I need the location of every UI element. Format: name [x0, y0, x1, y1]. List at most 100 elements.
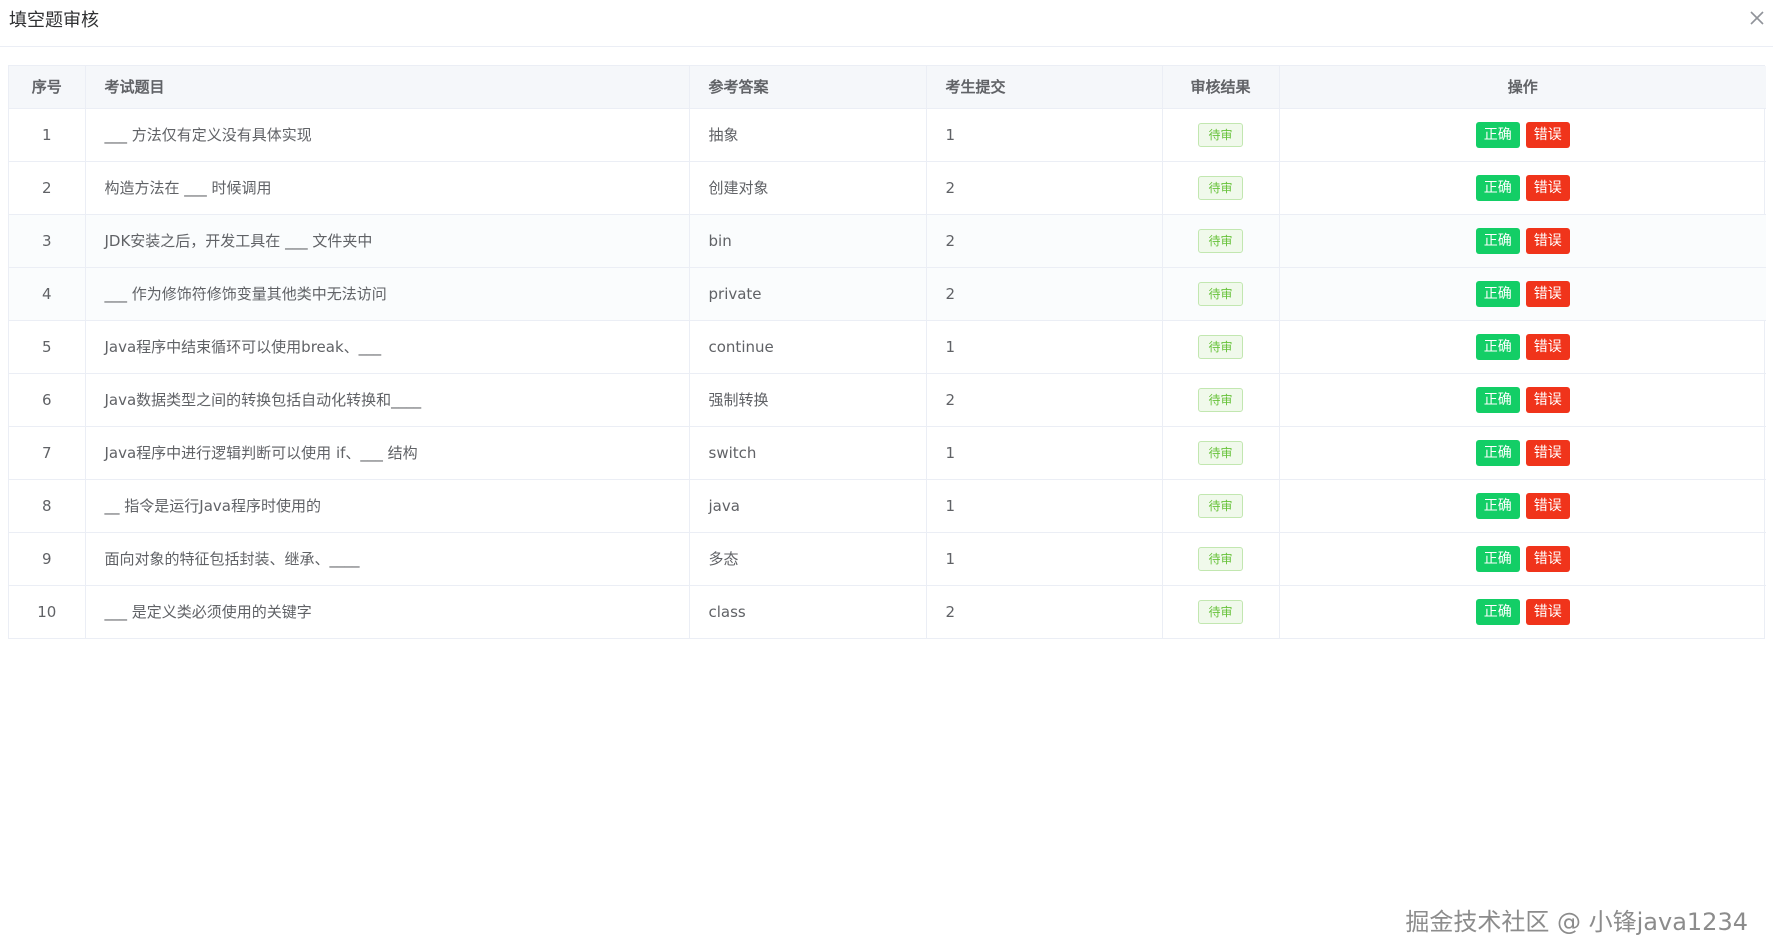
cell-submitted: 1: [926, 320, 1163, 374]
correct-button[interactable]: 正确: [1475, 439, 1520, 466]
wrong-button[interactable]: 错误: [1525, 545, 1570, 572]
wrong-button[interactable]: 错误: [1525, 492, 1570, 519]
cell-index: 4: [9, 267, 86, 321]
status-badge: 待审: [1198, 175, 1243, 200]
cell-submitted: 1: [926, 108, 1163, 162]
wrong-button[interactable]: 错误: [1525, 598, 1570, 625]
cell-answer: bin: [689, 214, 927, 268]
cell-answer: 多态: [689, 532, 927, 586]
wrong-button[interactable]: 错误: [1525, 280, 1570, 307]
cell-actions: 正确 错误: [1279, 267, 1766, 321]
header-submitted: 考生提交: [926, 66, 1163, 109]
cell-actions: 正确 错误: [1279, 373, 1766, 427]
cell-actions: 正确 错误: [1279, 161, 1766, 215]
dialog-title: 填空题审核: [9, 10, 99, 31]
table-row: 7 Java程序中进行逻辑判断可以使用 if、___ 结构 switch 1 待审 正确错…: [9, 426, 1766, 480]
correct-button[interactable]: 正确: [1475, 227, 1520, 254]
cell-index: 3: [9, 214, 86, 268]
status-badge: 待审: [1198, 546, 1243, 571]
cell-submitted: 1: [926, 479, 1163, 533]
table-header-row: 序号 考试题目 参考答案 考生提交 审核结果 操作: [9, 66, 1766, 109]
header-answer: 参考答案: [689, 66, 927, 109]
correct-button[interactable]: 正确: [1475, 545, 1520, 572]
header-question: 考试题目: [85, 66, 690, 109]
cell-index: 10: [9, 585, 86, 638]
table-row: 10 ___ 是定义类必须使用的关键字 class 2 待审 正确 错误: [9, 585, 1766, 638]
cell-submitted: 1: [926, 426, 1163, 480]
cell-question: 面向对象的特征包括封装、继承、____: [85, 532, 690, 586]
correct-button[interactable]: 正确: [1475, 492, 1520, 519]
cell-submitted: 2: [926, 161, 1163, 215]
status-badge: 待审: [1198, 281, 1243, 306]
status-badge: 待审: [1198, 440, 1243, 465]
cell-actions: 正确 错误: [1279, 214, 1766, 268]
cell-question: Java程序中进行逻辑判断可以使用 if、___ 结构: [85, 426, 690, 480]
table-row: 5 Java程序中结束循环可以使用break、___ continue 1 待审 正确 错误: [9, 320, 1766, 374]
cell-answer: 强制转换: [689, 373, 927, 427]
cell-result: 待审: [1162, 373, 1280, 427]
cell-submitted: 2: [926, 267, 1163, 321]
cell-result: 待审: [1162, 426, 1280, 480]
cell-question: ___ 是定义类必须使用的关键字: [85, 585, 690, 638]
correct-button[interactable]: 正确: [1475, 598, 1520, 625]
cell-actions: 正确 错误: [1279, 532, 1766, 586]
cell-question: JDK安装之后，开发工具在 ___ 文件夹中: [85, 214, 690, 268]
cell-result: 待审: [1162, 108, 1280, 162]
cell-actions: 正确 错误: [1279, 108, 1766, 162]
status-badge: 待审: [1198, 122, 1243, 147]
cell-question: __ 指令是运行Java程序时使用的: [85, 479, 690, 533]
correct-button[interactable]: 正确: [1475, 333, 1520, 360]
cell-answer: switch: [689, 426, 927, 480]
correct-button[interactable]: 正确: [1475, 386, 1520, 413]
wrong-button[interactable]: 错误: [1525, 121, 1570, 148]
cell-index: 2: [9, 161, 86, 215]
cell-answer: 抽象: [689, 108, 927, 162]
cell-result: 待审: [1162, 267, 1280, 321]
table-row: 1 ___ 方法仅有定义没有具体实现 抽象 1 待审 正确 错误: [9, 108, 1766, 162]
header-result: 审核结果: [1162, 66, 1280, 109]
wrong-button[interactable]: 错误: [1525, 386, 1570, 413]
status-badge: 待审: [1198, 334, 1243, 359]
correct-button[interactable]: 正确: [1475, 174, 1520, 201]
cell-index: 5: [9, 320, 86, 374]
cell-index: 7: [9, 426, 86, 480]
cell-submitted: 1: [926, 532, 1163, 586]
cell-result: 待审: [1162, 585, 1280, 638]
dialog-header: 填空题审核: [0, 0, 1773, 47]
wrong-button[interactable]: 错误: [1525, 439, 1570, 466]
table-row: 4 ___ 作为修饰符修饰变量其他类中无法访问 private 2 待审 正确 错误: [9, 267, 1766, 321]
cell-answer: continue: [689, 320, 927, 374]
status-badge: 待审: [1198, 493, 1243, 518]
cell-answer: 创建对象: [689, 161, 927, 215]
wrong-button[interactable]: 错误: [1525, 227, 1570, 254]
watermark: 掘金技术社区 @ 小锋java1234: [1405, 908, 1748, 936]
table-row: 6 Java数据类型之间的转换包括自动化转换和____ 强制转换 2 待审 正确 错误: [9, 373, 1766, 427]
cell-index: 8: [9, 479, 86, 533]
cell-result: 待审: [1162, 214, 1280, 268]
cell-question: Java程序中结束循环可以使用break、___: [85, 320, 690, 374]
cell-question: Java数据类型之间的转换包括自动化转换和____: [85, 373, 690, 427]
correct-button[interactable]: 正确: [1475, 280, 1520, 307]
status-badge: 待审: [1198, 387, 1243, 412]
status-badge: 待审: [1198, 599, 1243, 624]
wrong-button[interactable]: 错误: [1525, 174, 1570, 201]
table-row: 3 JDK安装之后，开发工具在 ___ 文件夹中 bin 2 待审 正确 错误: [9, 214, 1766, 268]
wrong-button[interactable]: 错误: [1525, 333, 1570, 360]
close-icon[interactable]: [1747, 8, 1767, 28]
correct-button[interactable]: 正确: [1475, 121, 1520, 148]
cell-result: 待审: [1162, 532, 1280, 586]
cell-actions: 正确 错误: [1279, 479, 1766, 533]
header-index: 序号: [9, 66, 86, 109]
cell-index: 9: [9, 532, 86, 586]
cell-result: 待审: [1162, 320, 1280, 374]
table-row: 2 构造方法在 ___ 时候调用 创建对象 2 待审 正确 错误: [9, 161, 1766, 215]
review-table: 序号 考试题目 参考答案 考生提交 审核结果 操作 1 ___ 方法仅有定义没有具…: [8, 65, 1766, 639]
cell-submitted: 2: [926, 585, 1163, 638]
cell-result: 待审: [1162, 479, 1280, 533]
cell-submitted: 2: [926, 214, 1163, 268]
cell-result: 待审: [1162, 161, 1280, 215]
cell-submitted: 2: [926, 373, 1163, 427]
cell-question: 构造方法在 ___ 时候调用: [85, 161, 690, 215]
cell-actions: 正确 错误: [1279, 320, 1766, 374]
cell-answer: class: [689, 585, 927, 638]
